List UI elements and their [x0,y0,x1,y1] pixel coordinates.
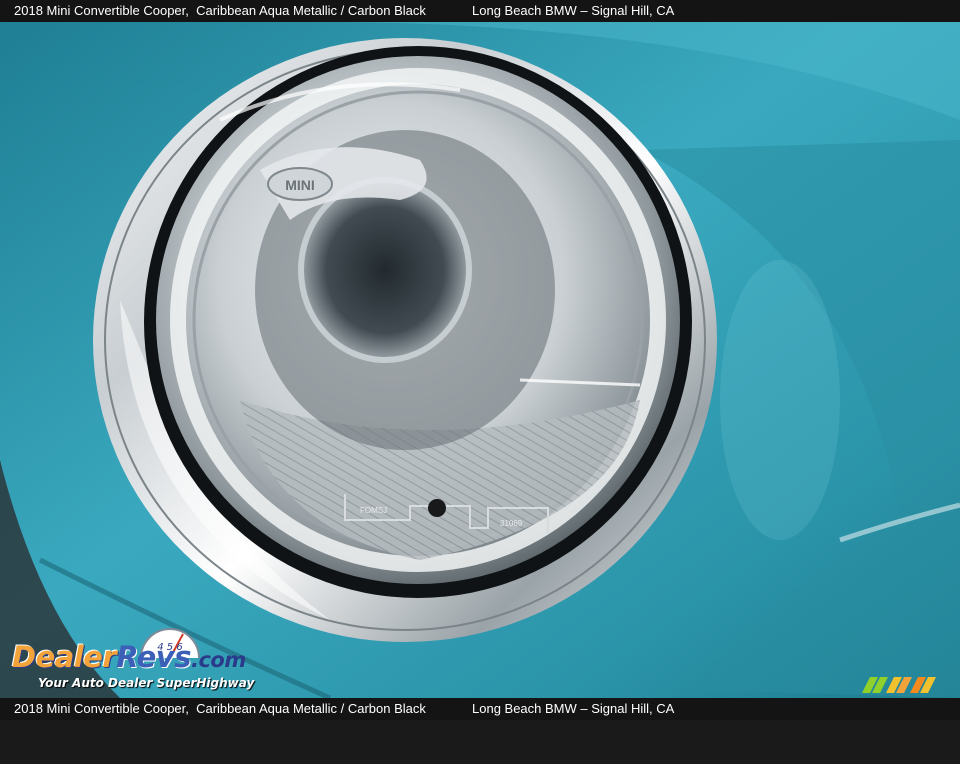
caption-bar-top: 2018 Mini Convertible Cooper, Caribbean … [0,0,960,22]
lens-marking-dot [428,499,446,517]
dealerrevs-watermark: 4 5 6 DealerRevs.com Your Auto Dealer Su… [12,626,272,696]
caption-vehicle-text: 2018 Mini Convertible Cooper, Caribbean … [14,3,426,18]
dealerrevs-logo: DealerRevs.com [12,640,246,674]
logo-word-dealer: Dealer [12,640,117,674]
caption-dealer-text: Long Beach BMW – Signal Hill, CA [472,3,675,18]
caption-bar-bottom: 2018 Mini Convertible Cooper, Caribbean … [0,698,960,720]
lens-marking-code-2: 31069 [500,519,523,528]
vehicle-photo: MINI FOMSJ 31069 [0,22,960,698]
logo-tagline: Your Auto Dealer SuperHighway [38,676,255,690]
stripes-logo-icon [862,677,936,693]
headlight-illustration: MINI FOMSJ 31069 [0,22,960,698]
logo-word-com: .com [190,648,246,672]
caption-vehicle-text-bottom: 2018 Mini Convertible Cooper, Caribbean … [14,701,426,716]
logo-word-revs: Revs [116,640,191,674]
lens-marking-code-1: FOMSJ [360,506,387,515]
caption-dealer-text-bottom: Long Beach BMW – Signal Hill, CA [472,701,675,716]
mini-badge-text: MINI [285,177,315,193]
